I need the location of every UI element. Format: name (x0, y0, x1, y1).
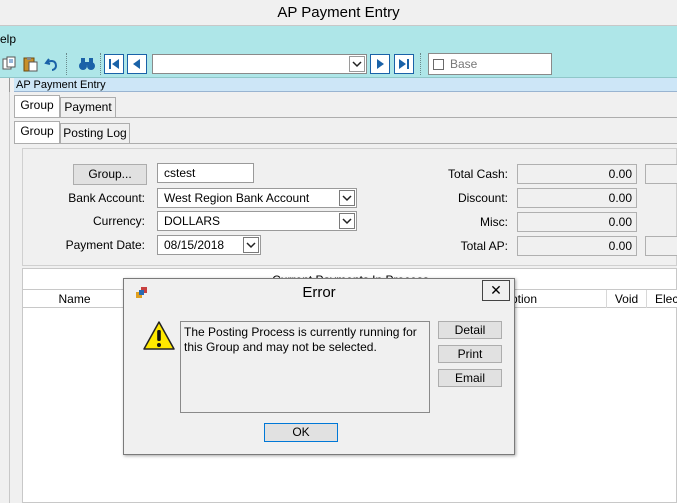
record-selector[interactable] (152, 54, 367, 74)
dialog-title: Error (302, 284, 336, 301)
chevron-down-icon[interactable] (349, 56, 365, 72)
column-header-void[interactable]: Void (607, 290, 647, 308)
undo-icon[interactable] (42, 54, 62, 74)
payment-date-label: Payment Date: (65, 238, 145, 252)
misc-value: 0.00 (517, 212, 637, 232)
ok-button[interactable]: OK (264, 423, 338, 442)
total-cash-label: Total Cash: (447, 167, 508, 181)
child-window-caption: AP Payment Entry (14, 78, 677, 92)
misc-label: Misc: (480, 215, 508, 229)
bank-account-label: Bank Account: (68, 191, 145, 205)
binoculars-icon[interactable] (77, 54, 97, 74)
menu-bar: elp (0, 25, 677, 51)
tab-inner-group[interactable]: Group (14, 121, 60, 143)
group-button[interactable]: Group... (73, 164, 147, 185)
discount-label: Discount: (457, 191, 508, 205)
chevron-down-icon[interactable] (243, 237, 259, 253)
tab-group[interactable]: Group (14, 95, 60, 117)
group-form-panel: Group... cstest Bank Account: West Regio… (22, 148, 677, 266)
menu-item-help[interactable]: elp (0, 26, 16, 52)
column-header-name[interactable]: Name (23, 290, 127, 308)
total-ap-label: Total AP: (460, 239, 508, 253)
base-toggle[interactable]: Base (428, 53, 552, 75)
copy-icon[interactable] (0, 54, 20, 74)
previous-record-icon[interactable] (127, 54, 147, 74)
currency-select[interactable]: DOLLARS (157, 211, 357, 231)
detail-button[interactable]: Detail (438, 321, 502, 339)
group-field[interactable]: cstest (157, 163, 254, 183)
column-header-electronic[interactable]: Elec (647, 290, 677, 308)
last-record-icon[interactable] (394, 54, 414, 74)
base-label: Base (450, 57, 478, 71)
total-ap-extra-field (645, 236, 677, 256)
tab-payment[interactable]: Payment (60, 97, 116, 117)
total-cash-extra-field (645, 164, 677, 184)
close-button[interactable]: ✕ (482, 280, 510, 301)
discount-value: 0.00 (517, 188, 637, 208)
child-window-icon (0, 78, 10, 92)
window-title: AP Payment Entry (0, 0, 677, 25)
payment-date-picker[interactable]: 08/15/2018 (157, 235, 261, 255)
mdi-left-strip (0, 92, 10, 503)
toolbar-separator (66, 53, 67, 75)
tab-posting-log[interactable]: Posting Log (60, 123, 130, 143)
email-button[interactable]: Email (438, 369, 502, 387)
chevron-down-icon[interactable] (339, 213, 355, 229)
error-message: The Posting Process is currently running… (180, 321, 430, 413)
total-ap-value: 0.00 (517, 236, 637, 256)
tab-strip-line (14, 143, 677, 144)
total-cash-value: 0.00 (517, 164, 637, 184)
next-record-icon[interactable] (370, 54, 390, 74)
toolbar: Base (0, 51, 677, 78)
bank-account-value: West Region Bank Account (164, 191, 310, 205)
currency-value: DOLLARS (164, 214, 221, 228)
payment-date-value: 08/15/2018 (164, 238, 225, 252)
dialog-titlebar: Error ✕ (124, 279, 514, 305)
paste-icon[interactable] (20, 54, 40, 74)
warning-icon (142, 320, 176, 352)
toolbar-separator (100, 53, 101, 75)
bank-account-select[interactable]: West Region Bank Account (157, 188, 357, 208)
print-button[interactable]: Print (438, 345, 502, 363)
base-checkbox[interactable] (433, 59, 444, 70)
error-dialog: Error ✕ The Posting Process is currently… (123, 278, 515, 455)
toolbar-separator (420, 53, 421, 75)
currency-label: Currency: (92, 214, 145, 228)
tab-strip-line (14, 117, 677, 118)
first-record-icon[interactable] (104, 54, 124, 74)
chevron-down-icon[interactable] (339, 190, 355, 206)
